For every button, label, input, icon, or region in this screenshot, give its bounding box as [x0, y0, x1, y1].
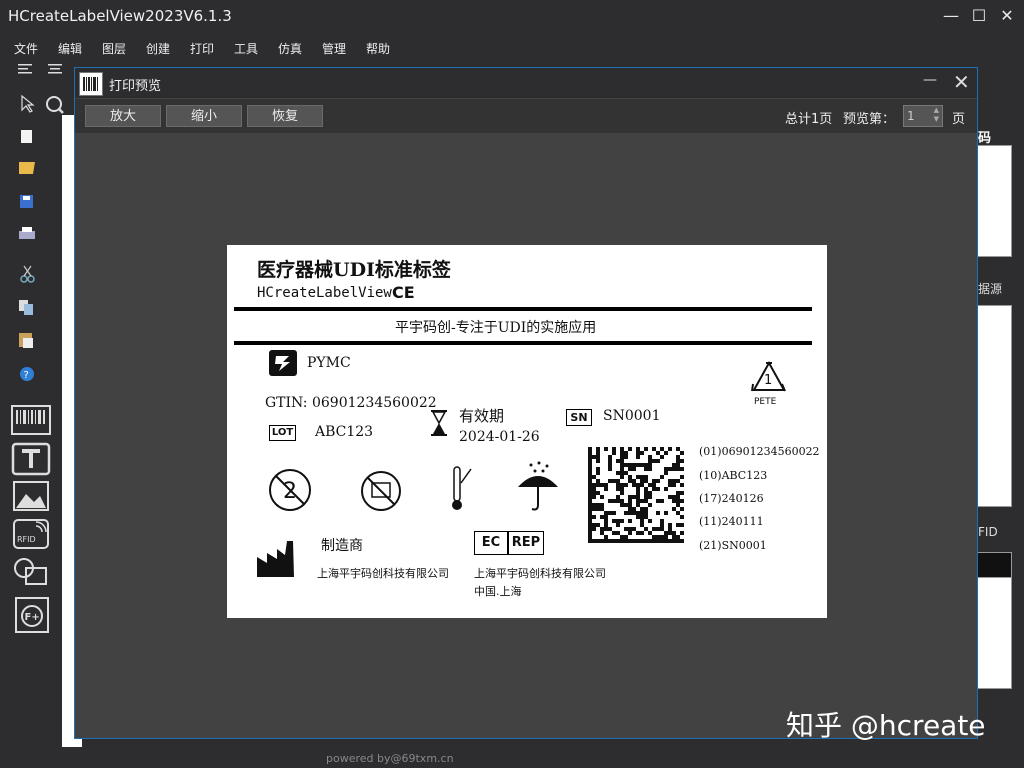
dialog-title: 打印预览 [109, 79, 162, 94]
right-panel: 码 据源 FID [974, 115, 1024, 755]
divider-line [234, 307, 812, 311]
expiry-label: 有效期 [459, 407, 505, 425]
page-unit-text: 页 [952, 112, 966, 127]
powered-by-text: powered by@69txm.cn [326, 752, 454, 765]
lot-box: LOT [269, 425, 296, 441]
open-folder-icon[interactable] [19, 162, 35, 174]
menu-manage[interactable]: 管理 [322, 40, 346, 57]
panel-header-datasource: 据源 [978, 282, 1003, 296]
preview-page-label: 预览第： [843, 112, 896, 127]
print-preview-dialog: 打印预览 — ✕ 放大 缩小 恢复 总计1页 预览第： 1 ▲ ▼ 页 医疗器械U… [74, 67, 978, 739]
page-number-stepper[interactable]: 1 ▲ ▼ [903, 105, 943, 127]
barcode-app-icon [79, 72, 103, 96]
ce-mark: CE [392, 283, 415, 302]
help-icon[interactable]: ? [20, 367, 34, 381]
hri-line: (11)240111 [699, 515, 764, 528]
print-icon[interactable] [19, 227, 35, 239]
company-logo-icon [269, 350, 297, 376]
manufacturer-label: 制造商 [321, 538, 363, 554]
ec-box: EC [474, 531, 508, 555]
close-window-button[interactable]: ✕ [994, 4, 1020, 28]
text-tool-icon[interactable] [11, 442, 51, 476]
cut-icon[interactable] [20, 265, 35, 283]
label-preview: 医疗器械UDI标准标签 HCreateLabelView CE 平宇码创-专注于… [227, 245, 827, 618]
menu-edit[interactable]: 编辑 [58, 40, 82, 57]
panel-header-rfid: FID [978, 525, 998, 539]
dialog-close-button[interactable]: ✕ [953, 70, 970, 94]
hri-line: (01)06901234560022 [699, 445, 820, 458]
barcode-tool-icon[interactable] [11, 405, 51, 435]
zhihu-watermark: 知乎 @hcreate [786, 709, 986, 742]
expiry-value: 2024-01-26 [459, 429, 540, 445]
sn-box: SN [566, 409, 592, 426]
hri-line: (21)SN0001 [699, 539, 767, 552]
label-brand: HCreateLabelView [257, 285, 392, 301]
zoom-out-button[interactable]: 缩小 [166, 105, 242, 127]
rfid-field[interactable] [974, 552, 1012, 578]
zoom-icon[interactable] [46, 96, 64, 114]
datamatrix-code [588, 447, 684, 543]
align-center-icon[interactable] [48, 64, 62, 74]
app-title: HCreateLabelView2023V6.1.3 [8, 7, 232, 25]
rep-box: REP [508, 531, 544, 555]
total-pages-text: 总计1页 [785, 112, 833, 127]
recycle-number: 1 [764, 373, 773, 388]
new-file-icon[interactable] [21, 130, 32, 143]
menu-layer[interactable]: 图层 [102, 40, 126, 57]
shape-tool-icon[interactable] [14, 558, 47, 585]
pointer-icon[interactable] [21, 94, 35, 113]
recycle-text: PETE [754, 397, 777, 407]
manufacturer-icon [257, 541, 294, 577]
copy-icon[interactable] [19, 300, 33, 315]
datasource-list[interactable] [974, 305, 1012, 507]
paste-icon[interactable] [19, 333, 33, 348]
gtin-text: GTIN: 06901234560022 [265, 395, 437, 411]
zoom-in-button[interactable]: 放大 [85, 105, 161, 127]
ec-rep-name: 上海平宇码创科技有限公司 [474, 567, 606, 580]
sn-value: SN0001 [603, 408, 661, 424]
left-toolbox: ? RFID F+ [0, 86, 64, 768]
panel-header-barcode: 码 [978, 131, 992, 146]
function-tool-icon[interactable]: F+ [15, 597, 49, 633]
page-number-value: 1 [907, 109, 915, 123]
company-short: PYMC [307, 355, 351, 371]
reset-button[interactable]: 恢复 [247, 105, 323, 127]
hourglass-icon [431, 410, 447, 436]
stepper-arrows-icon[interactable]: ▲ ▼ [934, 106, 939, 124]
svg-text:RFID: RFID [17, 535, 36, 544]
svg-text:?: ? [24, 370, 29, 381]
rfid-list[interactable] [974, 577, 1012, 689]
do-not-use-if-damaged-icon [361, 471, 401, 511]
dialog-minimize-button[interactable]: — [923, 72, 937, 88]
menu-tools[interactable]: 工具 [234, 40, 258, 57]
menu-create[interactable]: 创建 [146, 40, 170, 57]
do-not-reuse-icon: 2 [269, 469, 311, 511]
rfid-tool-icon[interactable]: RFID [13, 519, 49, 549]
save-icon[interactable] [20, 195, 33, 208]
label-title: 医疗器械UDI标准标签 [257, 259, 451, 281]
dialog-titlebar [75, 68, 977, 98]
menu-file[interactable]: 文件 [14, 40, 38, 57]
align-left-icon[interactable] [18, 64, 32, 74]
menu-simulate[interactable]: 仿真 [278, 40, 302, 57]
hri-line: (10)ABC123 [699, 469, 768, 482]
barcode-list[interactable] [974, 145, 1012, 257]
minimize-button[interactable]: — [938, 4, 964, 28]
lot-value: ABC123 [315, 424, 374, 440]
ec-rep-location: 中国.上海 [474, 585, 522, 598]
temperature-limit-icon [452, 466, 472, 510]
svg-text:F+: F+ [25, 612, 40, 623]
keep-dry-icon [518, 461, 558, 511]
menu-print[interactable]: 打印 [190, 40, 214, 57]
manufacturer-name: 上海平宇码创科技有限公司 [317, 567, 449, 580]
menu-help[interactable]: 帮助 [366, 40, 390, 57]
divider-line [234, 341, 812, 345]
image-tool-icon[interactable] [13, 481, 49, 511]
maximize-button[interactable]: ☐ [966, 4, 992, 28]
hri-line: (17)240126 [699, 492, 764, 505]
svg-text:2: 2 [283, 479, 297, 504]
label-slogan: 平宇码创-专注于UDI的实施应用 [395, 320, 597, 336]
